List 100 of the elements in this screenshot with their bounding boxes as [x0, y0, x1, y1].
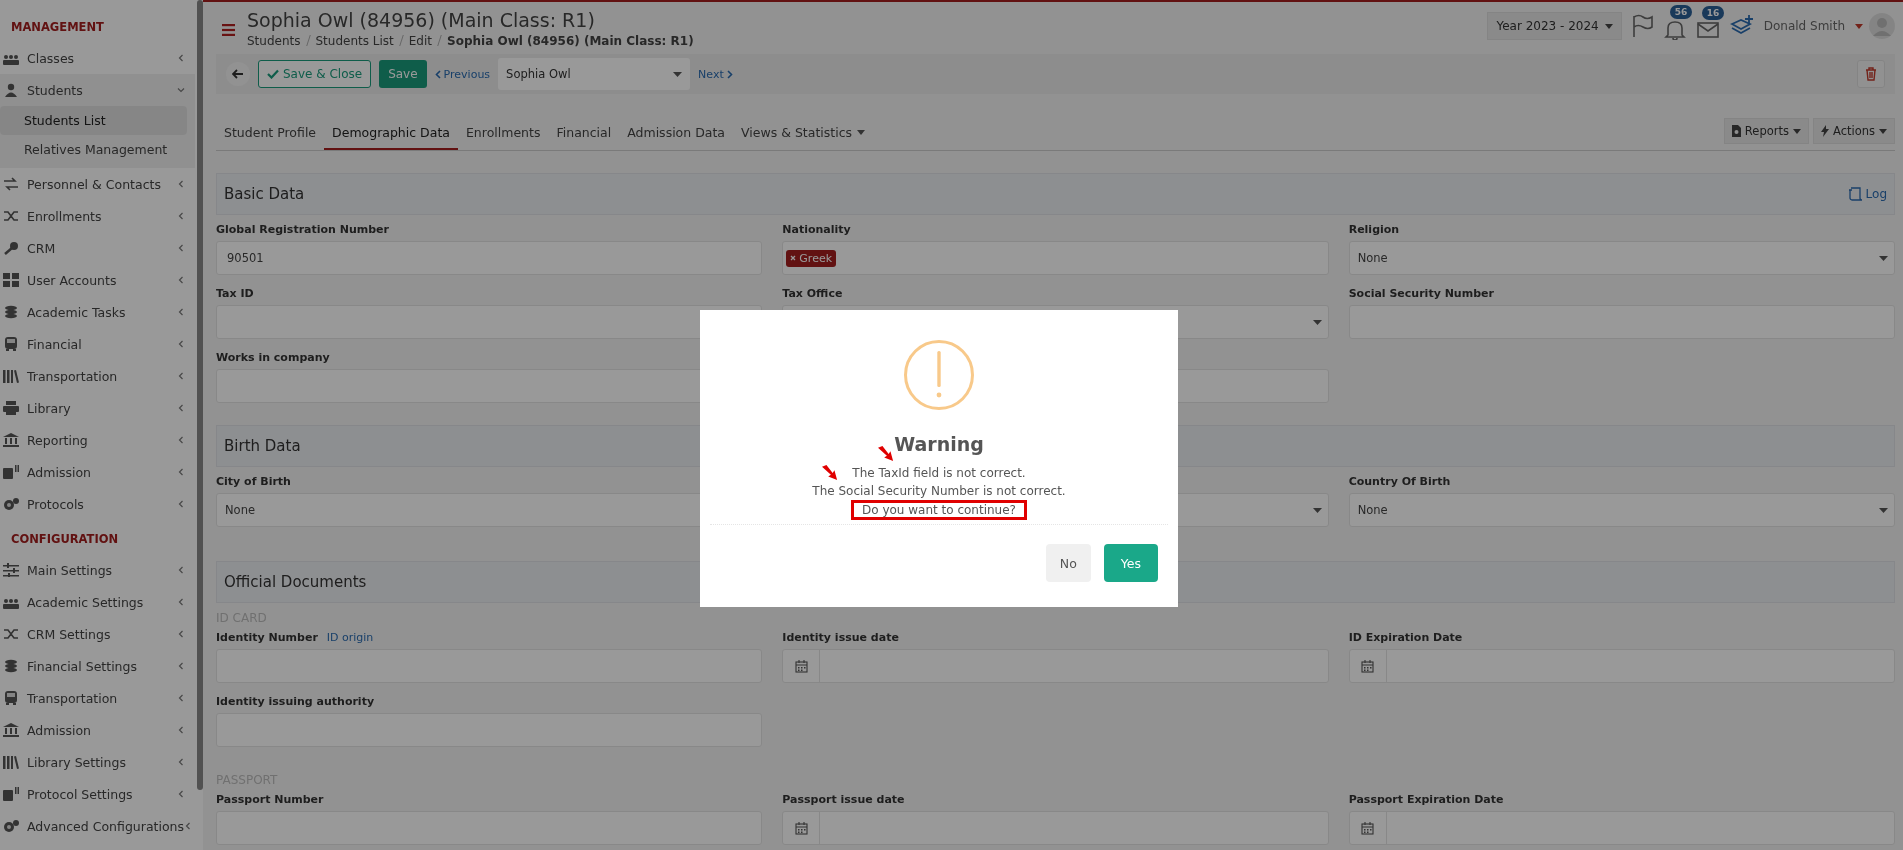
calendar-icon	[1361, 821, 1375, 835]
tab[interactable]: Student Profile	[216, 125, 325, 150]
coins-icon	[3, 305, 19, 319]
date-field[interactable]	[782, 649, 1329, 683]
tag: Greek	[786, 249, 837, 267]
sidebar-item[interactable]: CRM Settings	[0, 618, 195, 650]
lightning-icon	[1821, 125, 1829, 137]
sidebar-item[interactable]: User Accounts	[0, 264, 195, 296]
breadcrumb-item: Sophia Owl (84956) (Main Class: R1)	[447, 33, 694, 48]
sidebar-item[interactable]: Library Settings	[0, 746, 195, 778]
section-heading: MANAGEMENT	[10, 20, 105, 36]
breadcrumb-item[interactable]: Students List	[315, 33, 394, 48]
trash-icon	[1865, 67, 1877, 81]
back-arrow-icon	[232, 69, 244, 79]
sidebar-item[interactable]: Main Settings	[0, 554, 195, 586]
field-label: Social Security Number	[1348, 287, 1494, 300]
breadcrumb-item[interactable]: Students	[247, 33, 301, 48]
grid-icon	[3, 273, 19, 287]
sidebar-item[interactable]: Admission	[0, 714, 195, 746]
calculator-icon	[3, 787, 19, 801]
calculator-icon	[3, 465, 19, 479]
sidebar-item[interactable]: Financial	[0, 328, 195, 360]
section-title: Birth Data	[224, 437, 301, 455]
field-label: Identity issuing authority	[216, 695, 375, 708]
sidebar-item[interactable]: Classes	[0, 42, 195, 74]
sidebar-item[interactable]: Academic Settings	[0, 586, 195, 618]
user-menu[interactable]: Donald Smith	[1763, 19, 1845, 33]
sidebar-item[interactable]: Financial Settings	[0, 650, 195, 682]
calendar-icon	[1361, 659, 1375, 673]
select-field[interactable]: None	[1348, 493, 1895, 527]
action-dropdown[interactable]: Actions	[1813, 118, 1895, 144]
sidebar-item[interactable]: Protocols	[0, 488, 195, 520]
field-label: Passport Number	[216, 793, 324, 806]
year-dropdown[interactable]: Year 2023 - 2024	[1487, 12, 1622, 40]
back-button[interactable]	[226, 62, 250, 86]
caret-icon	[1879, 128, 1887, 134]
caret-icon	[1879, 255, 1888, 261]
sidebar-item[interactable]: Academic Tasks	[0, 296, 195, 328]
caret-icon	[1855, 23, 1863, 29]
cancel-button[interactable]: No	[1045, 544, 1091, 582]
field-label: Passport issue date	[782, 793, 905, 806]
sidebar-item[interactable]: CRM	[0, 232, 195, 264]
text-field[interactable]	[216, 305, 763, 339]
annotation-arrow	[822, 465, 838, 481]
date-field[interactable]	[782, 811, 1329, 845]
sidebar-item[interactable]: Transportation	[0, 682, 195, 714]
breadcrumb-item[interactable]: Edit	[408, 33, 433, 48]
sidebar-item[interactable]: Reporting	[0, 424, 195, 456]
next-link[interactable]: Next	[698, 67, 733, 81]
submenu-item[interactable]: Students List	[0, 106, 187, 135]
message-count: 16	[1701, 6, 1725, 20]
tag-field[interactable]: Greek	[782, 241, 1329, 275]
tab[interactable]: Enrollments	[457, 125, 549, 150]
delete-button[interactable]	[1857, 60, 1885, 88]
sidebar-item[interactable]: Enrollments	[0, 200, 195, 232]
dialog-title: Warning	[894, 433, 984, 455]
tab[interactable]: Demographic Data	[324, 125, 458, 150]
select-field[interactable]: None	[1348, 241, 1895, 275]
tab[interactable]: Views & Statistics	[733, 125, 874, 150]
sidebar-item[interactable]: Admission	[0, 456, 195, 488]
person-icon	[3, 83, 19, 97]
log-link[interactable]: Log	[1847, 187, 1887, 201]
flag-icon[interactable]	[1631, 14, 1654, 38]
date-field[interactable]	[1348, 811, 1895, 845]
caret-icon	[1312, 507, 1322, 513]
calendar-icon	[794, 659, 808, 673]
field-label: Country Of Birth	[1348, 475, 1451, 488]
sidebar-item[interactable]: Personnel & Contacts	[0, 168, 195, 200]
action-dropdown[interactable]: Reports	[1723, 118, 1809, 144]
save-close-button[interactable]: Save & Close	[258, 60, 372, 88]
id-origin-link[interactable]: ID origin	[326, 631, 374, 644]
sidebar-item[interactable]: Advanced Configurations	[0, 810, 195, 842]
field-label: Global Registration Number	[216, 223, 389, 236]
warning-icon	[903, 339, 975, 411]
close-icon[interactable]	[790, 255, 797, 261]
caret-icon	[673, 71, 683, 77]
section-heading: CONFIGURATION	[10, 532, 120, 548]
page-title: Sophia Owl (84956) (Main Class: R1)	[247, 8, 596, 31]
scrollbar[interactable]	[197, 0, 203, 790]
sidebar-item[interactable]: Library	[0, 392, 195, 424]
coins-icon	[3, 659, 19, 673]
menu-icon[interactable]	[222, 24, 235, 36]
previous-link[interactable]: Previous	[434, 67, 491, 81]
field-label: ID Expiration Date	[1348, 631, 1463, 644]
date-field[interactable]	[1348, 649, 1895, 683]
submenu-item[interactable]: Relatives Management	[0, 135, 187, 164]
tab[interactable]: Admission Data	[619, 125, 733, 150]
envelope-icon[interactable]	[1695, 22, 1720, 38]
sidebar-item[interactable]: Protocol Settings	[0, 778, 195, 810]
confirm-button[interactable]: Yes	[1103, 544, 1158, 582]
sidebar-item[interactable]: Students	[0, 74, 195, 106]
tab[interactable]: Financial	[548, 125, 620, 150]
sidebar-item[interactable]: Transportation	[0, 360, 195, 392]
bell-icon[interactable]	[1663, 20, 1686, 40]
scroll-icon	[1847, 187, 1863, 201]
caret-icon	[1604, 23, 1613, 29]
record-select[interactable]: Sophia Owl	[498, 58, 691, 90]
save-button[interactable]: Save	[379, 60, 427, 88]
text-field[interactable]: 90501	[216, 241, 763, 275]
bus-icon	[3, 337, 19, 351]
